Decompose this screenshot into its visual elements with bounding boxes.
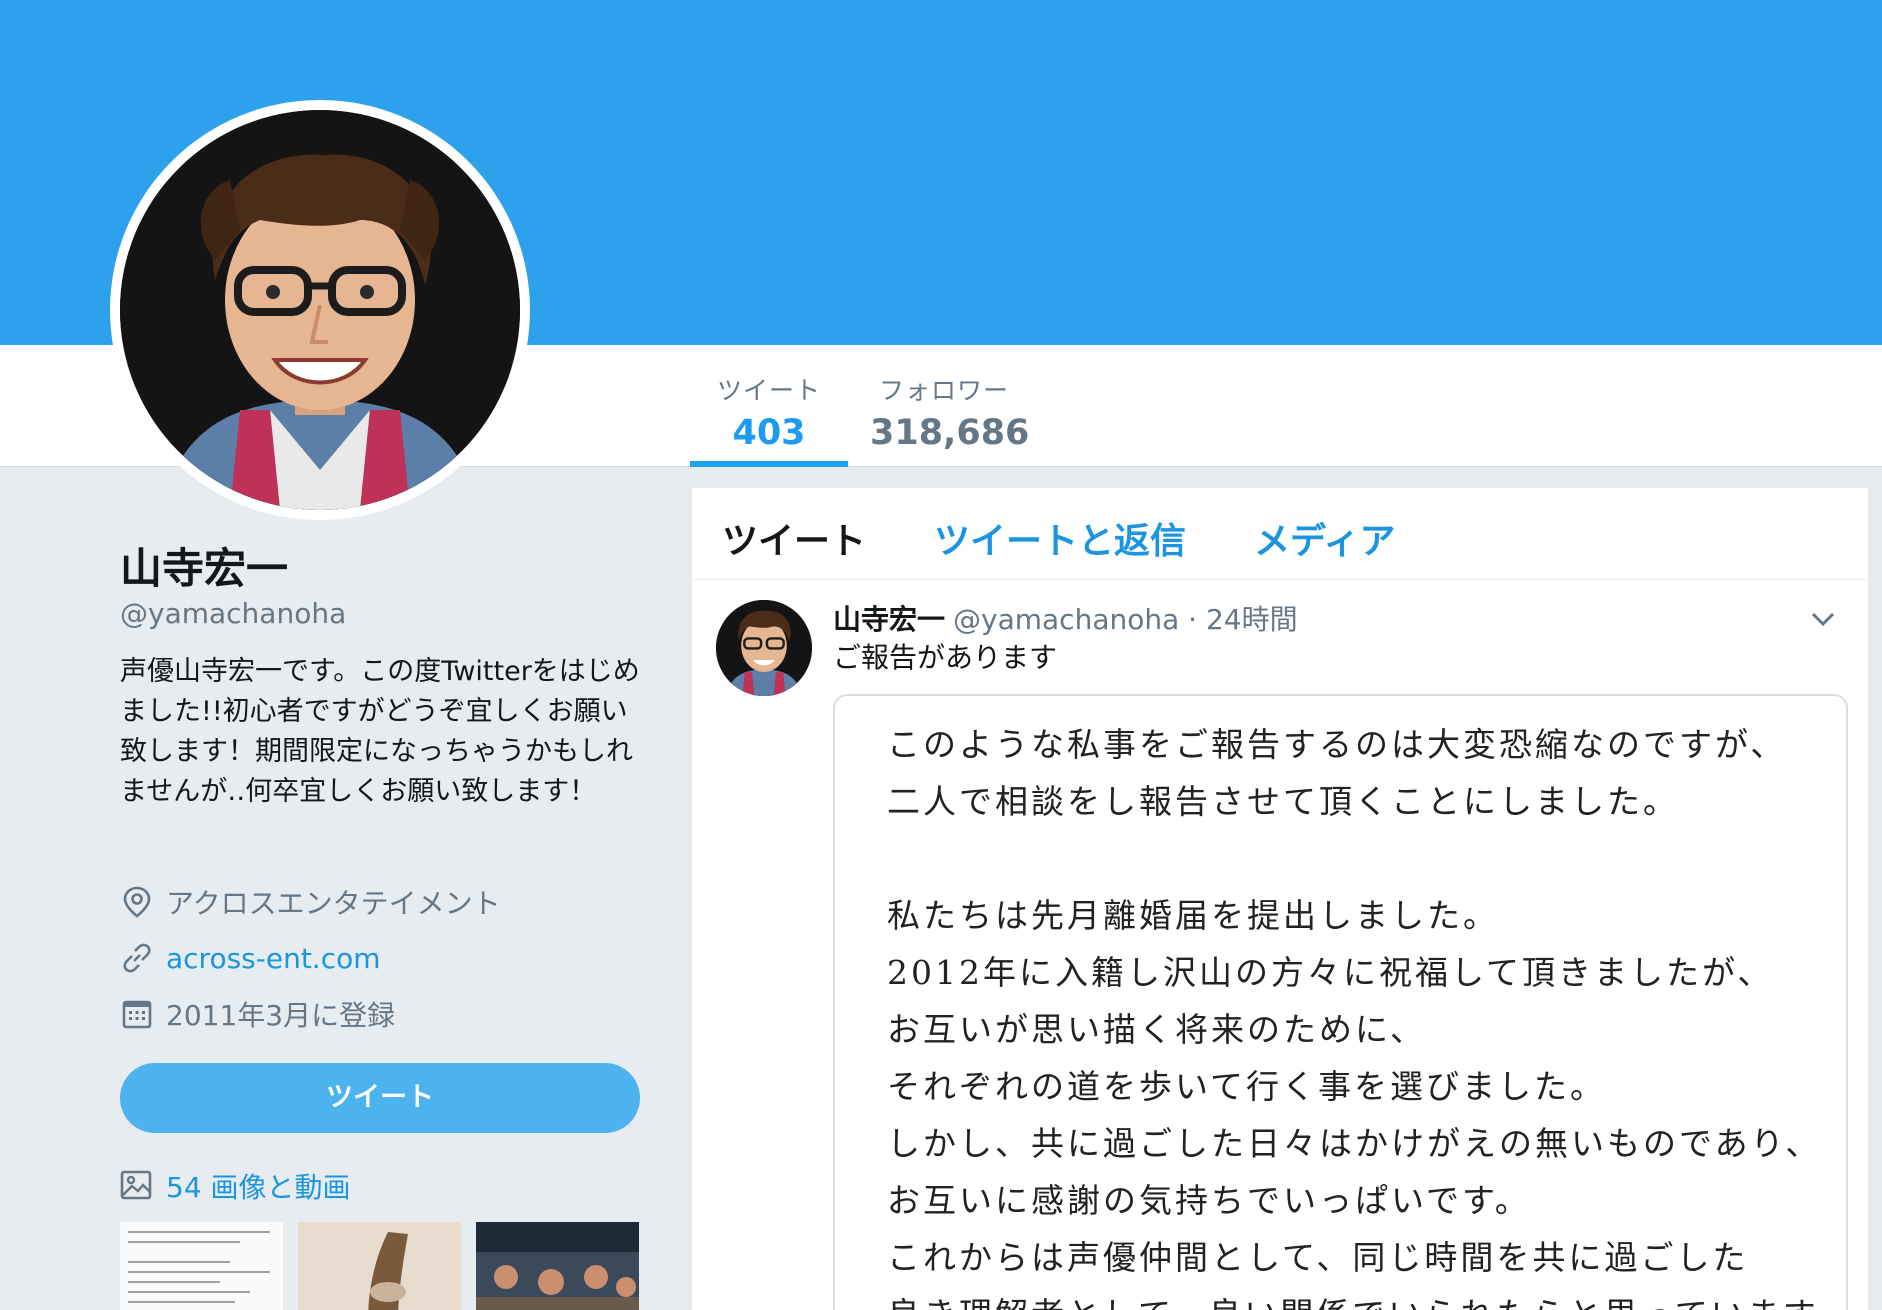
timeline-tabs: ツイート ツイートと返信 メディア (692, 488, 1868, 580)
tweet-avatar[interactable] (716, 600, 812, 696)
tweet-author-handle[interactable]: @yamachanoha (953, 603, 1179, 636)
website-link[interactable]: across-ent.com (166, 942, 381, 975)
stat-followers-label: フォロワー (878, 376, 1009, 405)
profile-bio: 声優山寺宏一です。この度Twitterをはじめました!!初心者ですがどうぞ宜しく… (120, 656, 640, 807)
stat-tweets[interactable]: ツイート 403 (690, 345, 848, 467)
card-text-line: お互いに感謝の気持ちでいっぱいです。 (887, 1181, 1531, 1220)
calendar-icon (120, 997, 154, 1031)
location-text: アクロスエンタテイメント (166, 887, 501, 920)
tab-tweets-and-replies[interactable]: ツイートと返信 (934, 512, 1186, 564)
tab-media[interactable]: メディア (1254, 512, 1395, 564)
stat-tweets-value: 403 (732, 413, 806, 453)
card-text-line: 二人で相談をし報告させて頂くことにしました。 (887, 782, 1679, 821)
media-link-label: 54 画像と動画 (166, 1171, 351, 1204)
tweet-text: ご報告があります (833, 641, 1058, 674)
card-text-line: このような私事をご報告するのは大変恐縮なのですが、 (887, 725, 1787, 764)
profile-location: アクロスエンタテイメント (120, 882, 501, 922)
profile-joined: 2011年3月に登録 (120, 994, 395, 1034)
tweet-header: 山寺宏一 @yamachanoha · 24時間 (833, 598, 1298, 638)
profile-website[interactable]: across-ent.com (120, 938, 381, 978)
joined-text: 2011年3月に登録 (166, 999, 396, 1032)
card-text-line: それぞれの道を歩いて行く事を選びました。 (887, 1067, 1607, 1106)
profile-handle: @yamachanoha (120, 597, 347, 630)
media-thumbnail[interactable] (120, 1222, 283, 1310)
media-thumbnail[interactable] (476, 1222, 639, 1310)
tweet-author-name[interactable]: 山寺宏一 (833, 603, 945, 636)
location-pin-icon (120, 885, 154, 919)
timeline: ツイート ツイートと返信 メディア 山寺宏一 @yamachanoha · 24時… (692, 488, 1868, 1310)
avatar-photo (120, 110, 520, 510)
card-text-line: お互いが思い描く将来のために、 (887, 1010, 1427, 1049)
link-icon (120, 941, 154, 975)
new-tweet-button[interactable]: ツイート (120, 1063, 640, 1133)
media-thumbnail[interactable] (298, 1222, 461, 1310)
media-link[interactable]: 54 画像と動画 (120, 1165, 351, 1207)
tweet-image-card[interactable]: このような私事をご報告するのは大変恐縮なのですが、 二人で相談をし報告させて頂く… (833, 694, 1848, 1310)
card-text-line: 私たちは先月離婚届を提出しました。 (887, 896, 1499, 935)
profile-name: 山寺宏一 (120, 544, 289, 593)
stat-followers-value: 318,686 (870, 413, 1030, 453)
image-icon (120, 1169, 154, 1203)
chevron-down-icon[interactable] (1806, 602, 1840, 636)
card-text-line: これからは声優仲間として、同じ時間を共に過ごした (887, 1238, 1749, 1277)
card-text-line: 良き理解者として、良い関係でいられたらと思っています。 (887, 1288, 1846, 1310)
stat-tweets-label: ツイート (716, 376, 821, 405)
tweet-timestamp[interactable]: · 24時間 (1188, 603, 1297, 636)
tab-tweets[interactable]: ツイート (722, 512, 866, 564)
stat-followers[interactable]: フォロワー 318,686 (870, 345, 1030, 467)
tweet-item[interactable]: 山寺宏一 @yamachanoha · 24時間 ご報告があります このような私事… (692, 580, 1868, 1310)
card-text-line: 2012年に入籍し沢山の方々に祝福して頂きましたが、 (887, 953, 1774, 992)
card-text-line: しかし、共に過ごした日々はかけがえの無いものであり、 (887, 1124, 1822, 1163)
profile-avatar[interactable] (110, 100, 530, 520)
